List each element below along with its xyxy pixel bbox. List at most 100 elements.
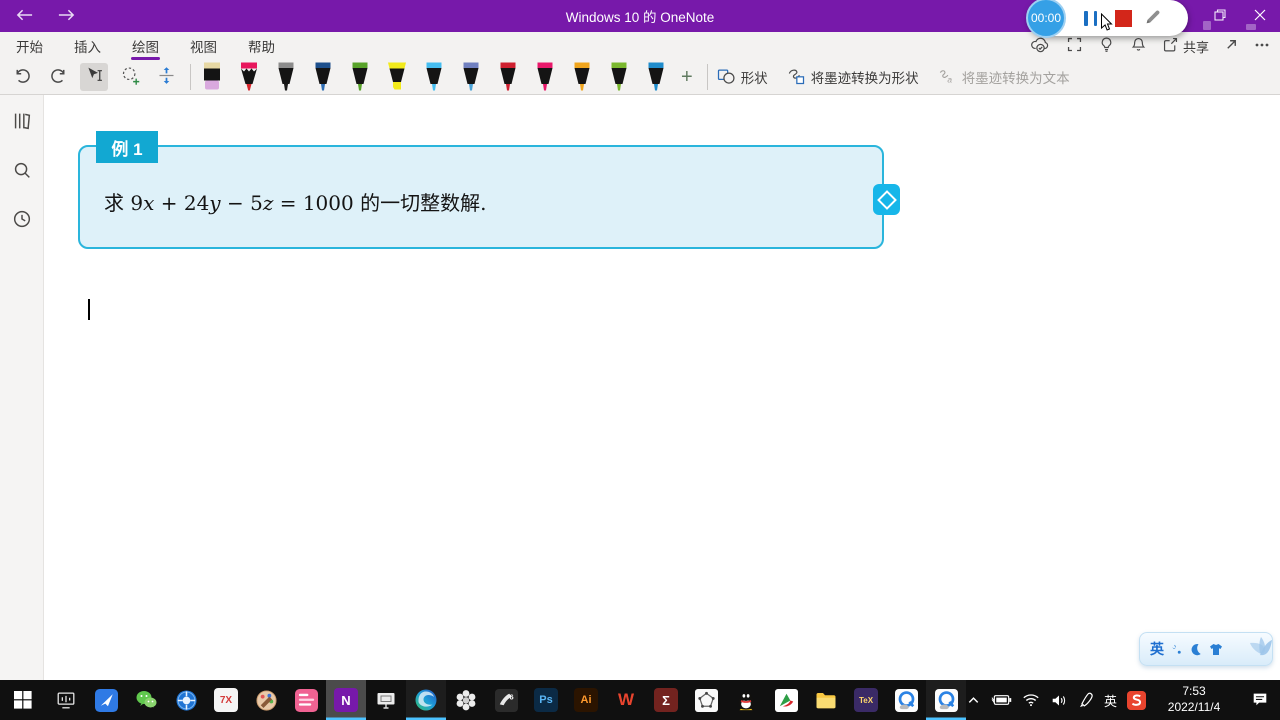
pen-sky-blue-pen[interactable] xyxy=(421,62,447,95)
insert-space-button[interactable] xyxy=(152,63,180,91)
more-options-button[interactable] xyxy=(1254,37,1270,56)
sidebar-item-recent-notes[interactable] xyxy=(7,205,37,235)
pen-eraser[interactable] xyxy=(199,62,225,95)
tab-help[interactable]: 帮助 xyxy=(246,32,277,60)
sidebar-item-search[interactable] xyxy=(7,156,37,186)
tab-draw[interactable]: 绘图 xyxy=(130,32,161,60)
taskbar-start[interactable] xyxy=(0,680,46,720)
taskbar-wechat[interactable] xyxy=(126,680,166,720)
pen-amber-pen[interactable] xyxy=(569,62,595,95)
taskbar-screen-mirror[interactable] xyxy=(366,680,406,720)
pen-green-pen[interactable] xyxy=(347,62,373,95)
taskbar-edge[interactable] xyxy=(406,680,446,720)
tray-battery[interactable] xyxy=(991,693,1012,707)
ime-mode-label[interactable]: 英 xyxy=(1150,639,1164,659)
tray-volume[interactable] xyxy=(1050,693,1068,708)
q-browser-1-icon xyxy=(894,688,918,712)
undo-icon xyxy=(12,65,33,89)
black-pen-icon xyxy=(273,61,299,95)
taskbar-sketchpad-6[interactable]: 6 xyxy=(486,680,526,720)
taskbar-app-pdf[interactable] xyxy=(766,680,806,720)
tab-insert[interactable]: 插入 xyxy=(72,32,103,60)
taskbar-wps[interactable]: W xyxy=(606,680,646,720)
action-center-button[interactable] xyxy=(1242,680,1278,720)
ime-night-mode-icon[interactable] xyxy=(1189,643,1202,656)
taskbar-app-feather[interactable] xyxy=(86,680,126,720)
ink-to-shape-button[interactable]: 将墨迹转换为形状 xyxy=(786,66,919,89)
pen-lime-pen[interactable] xyxy=(606,62,632,95)
full-screen-button[interactable] xyxy=(1066,36,1083,56)
pen-azure-pen[interactable] xyxy=(643,62,669,95)
pen-dark-blue-pen[interactable] xyxy=(310,62,336,95)
taskbar-app-shutter[interactable] xyxy=(166,680,206,720)
taskbar-photoshop[interactable]: Ps xyxy=(526,680,566,720)
notifications-button[interactable] xyxy=(1130,36,1147,56)
battery-icon xyxy=(991,693,1012,707)
tray-pen-input[interactable] xyxy=(1078,692,1094,708)
pen-crimson-pen[interactable] xyxy=(532,62,558,95)
recording-timer: 00:00 xyxy=(1026,0,1066,38)
start-icon xyxy=(14,691,32,709)
pop-out-icon xyxy=(1224,37,1239,55)
sidebar-item-notebooks[interactable] xyxy=(7,107,37,137)
annotate-button[interactable] xyxy=(1144,8,1162,29)
taskbar-qq[interactable] xyxy=(726,680,766,720)
taskbar-q-browser-2[interactable] xyxy=(926,680,966,720)
taskbar-paint[interactable] xyxy=(246,680,286,720)
lasso-select-button[interactable] xyxy=(116,63,144,91)
taskbar-q-browser-1[interactable] xyxy=(886,680,926,720)
taskbar-apps: 7X N 6 Ps Ai W Σ TeX xyxy=(0,680,966,720)
tex-icon: TeX xyxy=(854,688,878,712)
lime-pen-icon xyxy=(606,61,632,95)
tell-me-button[interactable] xyxy=(1098,36,1115,56)
volume-icon xyxy=(1050,693,1068,708)
taskbar-app-flower[interactable] xyxy=(446,680,486,720)
taskbar-app-7x[interactable]: 7X xyxy=(206,680,246,720)
undo-button[interactable] xyxy=(8,63,36,91)
taskbar-file-explorer[interactable] xyxy=(806,680,846,720)
page-canvas[interactable]: 例 1 求 9x + 24y − 5z = 1000 的一切整数解. 英 xyxy=(44,95,1280,680)
share-button[interactable]: 共享 xyxy=(1162,36,1209,56)
pen-red-pen[interactable] xyxy=(495,62,521,95)
ime-punctuation-icon[interactable] xyxy=(1171,643,1182,655)
wps-icon: W xyxy=(617,690,635,709)
ime-toolbar: 英 xyxy=(1139,632,1273,666)
taskbar-tex[interactable]: TeX xyxy=(846,680,886,720)
pen-pencil[interactable] xyxy=(236,62,262,95)
tab-view[interactable]: 视图 xyxy=(188,32,219,60)
shapes-label: 形状 xyxy=(740,71,768,86)
tab-home[interactable]: 开始 xyxy=(14,32,45,60)
taskbar-onenote[interactable]: N xyxy=(326,680,366,720)
task-view-icon xyxy=(55,689,77,711)
pen-galaxy-pen[interactable] xyxy=(458,62,484,95)
close-button[interactable] xyxy=(1240,0,1280,32)
sync-status-button[interactable] xyxy=(1030,36,1051,56)
shapes-button[interactable]: 形状 xyxy=(716,66,768,89)
select-objects-button[interactable] xyxy=(80,63,108,91)
sketchpad-6-icon: 6 xyxy=(494,688,518,712)
taskbar-app-sigma[interactable]: Σ xyxy=(646,680,686,720)
restore-button[interactable] xyxy=(1200,0,1240,32)
pencil-icon xyxy=(1144,8,1162,29)
ribbon-tabs-row: 开始 插入 绘图 视图 帮助 共享 xyxy=(0,32,1280,60)
pen-yellow-highlighter[interactable] xyxy=(384,62,410,95)
pause-button[interactable] xyxy=(1084,10,1097,26)
taskbar-clock[interactable]: 7:53 2022/11/4 xyxy=(1156,684,1232,715)
ime-skin-icon[interactable] xyxy=(1209,643,1223,656)
equation-segment: y xyxy=(209,191,221,215)
pen-black-pen[interactable] xyxy=(273,62,299,95)
tray-ime-mode[interactable]: 英 xyxy=(1104,691,1117,710)
taskbar-geometry[interactable] xyxy=(686,680,726,720)
pop-out-button[interactable] xyxy=(1224,37,1239,55)
shapes-icon xyxy=(716,66,736,89)
taskbar-illustrator[interactable]: Ai xyxy=(566,680,606,720)
taskbar-task-view[interactable] xyxy=(46,680,86,720)
add-pen-button[interactable]: + xyxy=(675,66,699,88)
redo-button[interactable] xyxy=(44,63,72,91)
box-handle-button[interactable] xyxy=(873,184,900,215)
taskbar-app-pink[interactable] xyxy=(286,680,326,720)
stop-button[interactable] xyxy=(1115,9,1132,27)
tray-sogou-ime[interactable] xyxy=(1127,690,1147,710)
tray-network[interactable] xyxy=(1022,693,1040,707)
tray-hidden-icons[interactable] xyxy=(966,693,981,708)
